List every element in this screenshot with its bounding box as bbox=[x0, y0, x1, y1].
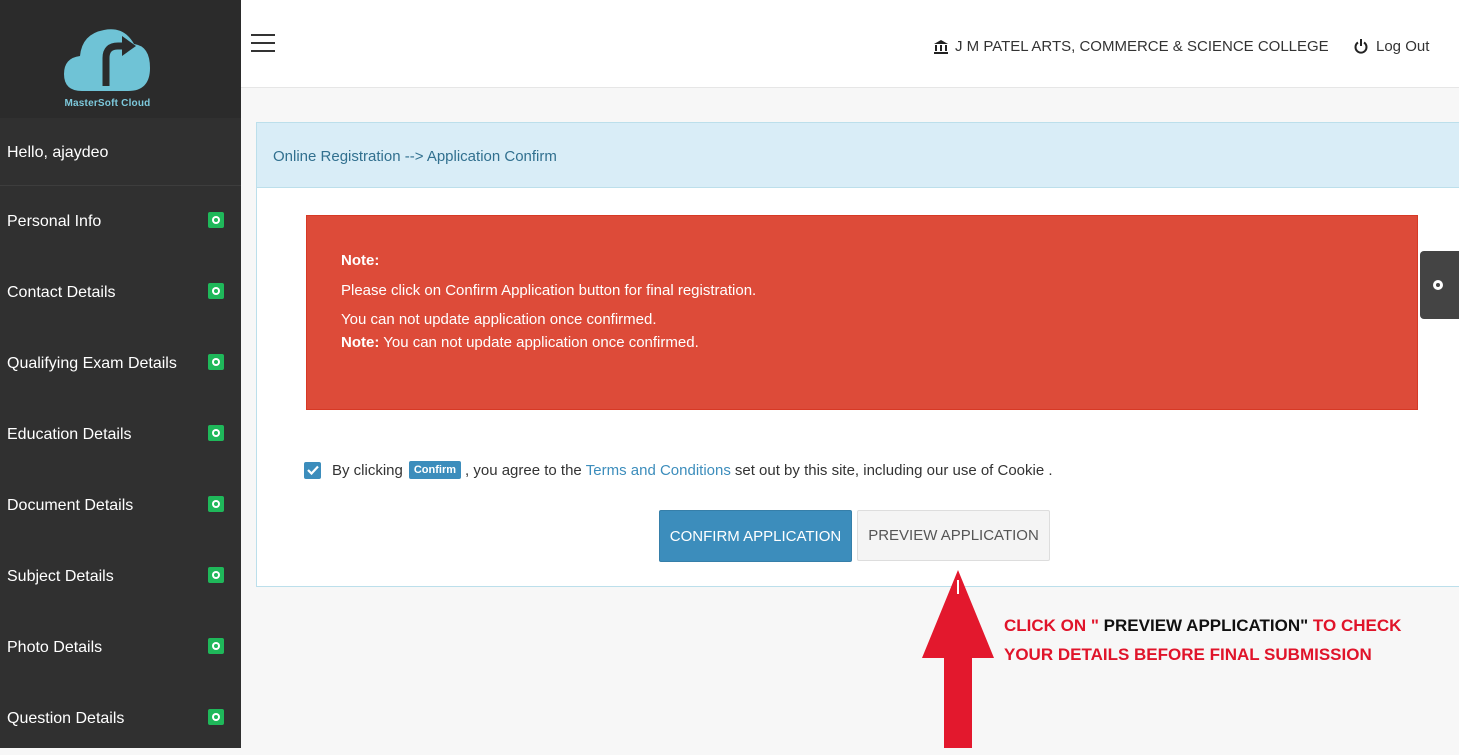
logo[interactable]: MasterSoft Cloud bbox=[0, 0, 241, 118]
sidebar-item-label: Personal Info bbox=[7, 213, 102, 230]
sidebar-item-photo-details[interactable]: Photo Details bbox=[0, 613, 241, 684]
sidebar-item-label: Photo Details bbox=[7, 639, 103, 656]
sidebar-item-label: Subject Details bbox=[7, 568, 114, 585]
alert-line-3: Note: You can not update application onc… bbox=[341, 334, 1417, 351]
terms-middle: , you agree to the bbox=[465, 461, 582, 479]
sidebar-item-document-details[interactable]: Document Details bbox=[0, 471, 241, 542]
college-name-text: J M PATEL ARTS, COMMERCE & SCIENCE COLLE… bbox=[955, 38, 1329, 55]
status-icon bbox=[208, 425, 224, 441]
sidebar-item-label: Question Details bbox=[7, 710, 125, 727]
terms-link[interactable]: Terms and Conditions bbox=[586, 462, 731, 479]
preview-application-button[interactable]: PREVIEW APPLICATION bbox=[857, 510, 1050, 561]
sidebar-item-subject-details[interactable]: Subject Details bbox=[0, 542, 241, 613]
breadcrumb: Online Registration --> Application Conf… bbox=[257, 123, 1459, 188]
power-icon bbox=[1354, 39, 1368, 54]
sidebar-item-label: Qualifying Exam Details bbox=[7, 355, 177, 372]
terms-agreement: By clicking Confirm , you agree to the T… bbox=[304, 461, 1053, 479]
application-confirm-panel: Online Registration --> Application Conf… bbox=[256, 122, 1459, 587]
sidebar-item-label: Contact Details bbox=[7, 284, 116, 301]
logout-link[interactable]: Log Out bbox=[1354, 38, 1429, 55]
sidebar-item-question-details[interactable]: Question Details bbox=[0, 684, 241, 755]
check-icon bbox=[306, 465, 319, 475]
agree-checkbox[interactable] bbox=[304, 461, 321, 479]
settings-tab[interactable] bbox=[1420, 251, 1459, 319]
sidebar-item-qualifying-exam-details[interactable]: Qualifying Exam Details bbox=[0, 329, 241, 400]
cloud-logo-icon bbox=[64, 29, 150, 91]
confirm-tag: Confirm bbox=[408, 461, 462, 479]
hamburger-icon[interactable] bbox=[251, 34, 275, 54]
logout-label: Log Out bbox=[1376, 38, 1430, 55]
gear-icon bbox=[1433, 280, 1443, 290]
status-icon bbox=[208, 496, 224, 512]
sidebar: MasterSoft Cloud Hello, ajaydeo Personal… bbox=[0, 0, 241, 748]
sidebar-item-label: Education Details bbox=[7, 426, 132, 443]
sidebar-item-education-details[interactable]: Education Details bbox=[0, 400, 241, 471]
alert-line-2: You can not update application once conf… bbox=[341, 311, 657, 328]
status-icon bbox=[208, 638, 224, 654]
confirm-application-button[interactable]: CONFIRM APPLICATION bbox=[659, 510, 852, 562]
callout-part-1: CLICK ON " bbox=[1004, 616, 1099, 635]
callout-text: CLICK ON " PREVIEW APPLICATION" TO CHECK… bbox=[1004, 611, 1404, 669]
status-icon bbox=[208, 283, 224, 299]
sidebar-item-label: Document Details bbox=[7, 497, 134, 514]
alert-line-1: Please click on Confirm Application butt… bbox=[341, 282, 757, 299]
status-icon bbox=[208, 709, 224, 725]
status-icon bbox=[208, 567, 224, 583]
alert-line-3-bold: Note: bbox=[341, 334, 380, 351]
bank-icon bbox=[934, 39, 948, 54]
callout-part-2: PREVIEW APPLICATION" bbox=[1098, 616, 1309, 635]
status-icon bbox=[208, 212, 224, 228]
terms-prefix: By clicking bbox=[332, 461, 403, 479]
status-icon bbox=[208, 354, 224, 370]
alert-line-3-text: You can not update application once conf… bbox=[379, 334, 699, 351]
arrow-up-icon bbox=[922, 570, 994, 748]
logo-text: MasterSoft Cloud bbox=[64, 98, 151, 109]
user-greeting: Hello, ajaydeo bbox=[0, 118, 241, 186]
college-name: J M PATEL ARTS, COMMERCE & SCIENCE COLLE… bbox=[933, 38, 1329, 55]
top-navbar: J M PATEL ARTS, COMMERCE & SCIENCE COLLE… bbox=[241, 0, 1459, 88]
sidebar-item-contact-details[interactable]: Contact Details bbox=[0, 258, 241, 329]
note-alert: Note: Please click on Confirm Applicatio… bbox=[306, 215, 1418, 410]
terms-suffix: set out by this site, including our use … bbox=[734, 461, 1053, 479]
alert-title: Note: bbox=[341, 252, 380, 269]
sidebar-item-personal-info[interactable]: Personal Info bbox=[0, 187, 241, 258]
